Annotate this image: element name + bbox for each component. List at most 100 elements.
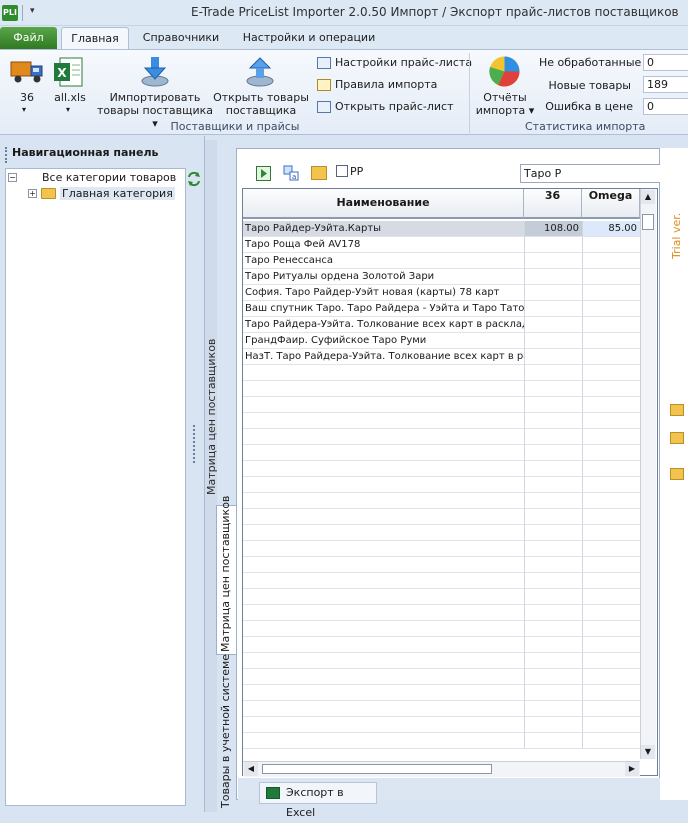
cell-name[interactable]	[243, 589, 524, 605]
cell-price-omega[interactable]	[582, 381, 640, 397]
table-row[interactable]: Ваш спутник Таро. Таро Райдера - Уэйта и…	[243, 301, 640, 317]
cell-name[interactable]: София. Таро Райдер-Уэйт новая (карты) 78…	[243, 285, 524, 301]
table-row[interactable]	[243, 509, 640, 525]
cell-price-36[interactable]	[524, 285, 582, 301]
side-folder-icon[interactable]	[670, 404, 684, 416]
refresh-icon[interactable]	[186, 171, 202, 187]
import-icon[interactable]	[139, 54, 171, 88]
pp-checkbox[interactable]	[336, 165, 348, 177]
cell-price-omega[interactable]	[582, 717, 640, 733]
cell-price-omega[interactable]	[582, 621, 640, 637]
table-row[interactable]	[243, 573, 640, 589]
cell-price-omega[interactable]	[582, 605, 640, 621]
open-pricelist-button[interactable]: Открыть прайс-лист	[317, 97, 453, 117]
table-row[interactable]: Таро Райдера-Уэйта. Толкование всех карт…	[243, 317, 640, 333]
table-row[interactable]	[243, 381, 640, 397]
cell-price-36[interactable]	[524, 509, 582, 525]
cell-price-omega[interactable]	[582, 461, 640, 477]
cell-price-omega[interactable]	[582, 429, 640, 445]
cell-price-omega[interactable]	[582, 557, 640, 573]
cell-price-omega[interactable]	[582, 573, 640, 589]
pie-chart-icon[interactable]	[488, 55, 521, 88]
cell-name[interactable]: Таро Ренессанса	[243, 253, 524, 269]
table-row[interactable]: София. Таро Райдер-Уэйт новая (карты) 78…	[243, 285, 640, 301]
cell-name[interactable]	[243, 701, 524, 717]
table-row[interactable]	[243, 413, 640, 429]
cell-price-36[interactable]	[524, 445, 582, 461]
cell-price-36[interactable]	[524, 253, 582, 269]
cell-price-36[interactable]	[524, 477, 582, 493]
cell-price-omega[interactable]	[582, 669, 640, 685]
table-row[interactable]: ГрандФаир. Суфийское Таро Руми	[243, 333, 640, 349]
table-row[interactable]	[243, 429, 640, 445]
table-row[interactable]: Таро Роща Фей AV178	[243, 237, 640, 253]
cell-price-omega[interactable]: 85.00	[582, 221, 640, 237]
cell-name[interactable]: ГрандФаир. Суфийское Таро Руми	[243, 333, 524, 349]
cell-name[interactable]	[243, 621, 524, 637]
supplier-selector-label[interactable]: 36	[14, 91, 40, 104]
cell-name[interactable]	[243, 461, 524, 477]
table-row[interactable]	[243, 589, 640, 605]
table-row[interactable]	[243, 557, 640, 573]
cell-price-36[interactable]	[524, 701, 582, 717]
cell-name[interactable]	[243, 397, 524, 413]
cell-price-omega[interactable]	[582, 541, 640, 557]
file-dropdown-icon[interactable]: ▾	[66, 105, 70, 114]
cell-price-36[interactable]	[524, 589, 582, 605]
cell-price-36[interactable]	[524, 317, 582, 333]
col-header-omega[interactable]: Omega	[582, 189, 640, 219]
cell-name[interactable]	[243, 717, 524, 733]
cell-price-36[interactable]	[524, 733, 582, 749]
cell-price-36[interactable]	[524, 429, 582, 445]
cell-name[interactable]: Таро Роща Фей AV178	[243, 237, 524, 253]
cell-price-omega[interactable]	[582, 525, 640, 541]
vtab-accounting[interactable]: Товары в учетной системе	[219, 654, 235, 808]
cell-price-36[interactable]	[524, 397, 582, 413]
cell-name[interactable]	[243, 445, 524, 461]
cell-name[interactable]	[243, 685, 524, 701]
table-row[interactable]	[243, 461, 640, 477]
cell-price-36[interactable]	[524, 365, 582, 381]
cell-price-36[interactable]	[524, 669, 582, 685]
cell-price-36[interactable]	[524, 493, 582, 509]
cell-price-36[interactable]	[524, 541, 582, 557]
col-header-name[interactable]: Наименование	[243, 189, 524, 219]
table-row[interactable]: Таро Райдер-Уэйта.Карты 108.00 85.00	[243, 221, 640, 237]
pricelist-settings-button[interactable]: Настройки прайс-листа	[317, 53, 472, 73]
cell-name[interactable]	[243, 733, 524, 749]
export-excel-button[interactable]: Экспорт в Excel	[259, 782, 377, 819]
cell-price-omega[interactable]	[582, 301, 640, 317]
cell-price-omega[interactable]	[582, 445, 640, 461]
cell-price-omega[interactable]	[582, 317, 640, 333]
side-folder-edit-icon[interactable]	[670, 468, 684, 480]
table-row[interactable]	[243, 541, 640, 557]
cell-name[interactable]	[243, 493, 524, 509]
tab-settings-operations[interactable]: Настройки и операции	[234, 27, 384, 49]
cell-name[interactable]	[243, 605, 524, 621]
cell-price-36[interactable]	[524, 269, 582, 285]
cell-price-36[interactable]	[524, 349, 582, 365]
toolbar-compare-icon[interactable]: a	[283, 165, 299, 181]
cell-price-36[interactable]	[524, 717, 582, 733]
nav-grip-handle[interactable]	[5, 147, 7, 163]
cell-name[interactable]	[243, 557, 524, 573]
tab-file[interactable]: Файл	[0, 27, 57, 49]
cell-price-omega[interactable]	[582, 285, 640, 301]
cell-price-omega[interactable]	[582, 493, 640, 509]
open-supplier-icon[interactable]	[244, 54, 276, 88]
cell-price-36[interactable]	[524, 381, 582, 397]
cell-price-36[interactable]	[524, 413, 582, 429]
cell-name[interactable]: Таро Райдер-Уэйта.Карты	[243, 221, 524, 237]
cell-price-omega[interactable]	[582, 333, 640, 349]
vtab-matrix-active[interactable]: Матрица цен поставщиков	[219, 496, 235, 652]
cell-name[interactable]	[243, 477, 524, 493]
table-row[interactable]	[243, 525, 640, 541]
truck-icon[interactable]	[10, 58, 46, 84]
cell-price-36[interactable]	[524, 637, 582, 653]
table-row[interactable]	[243, 669, 640, 685]
scroll-down-icon[interactable]: ▼	[641, 745, 655, 759]
cell-name[interactable]: Таро Райдера-Уэйта. Толкование всех карт…	[243, 317, 524, 333]
cell-name[interactable]	[243, 653, 524, 669]
cell-price-omega[interactable]	[582, 733, 640, 749]
table-row[interactable]: НазТ. Таро Райдера-Уэйта. Толкование все…	[243, 349, 640, 365]
